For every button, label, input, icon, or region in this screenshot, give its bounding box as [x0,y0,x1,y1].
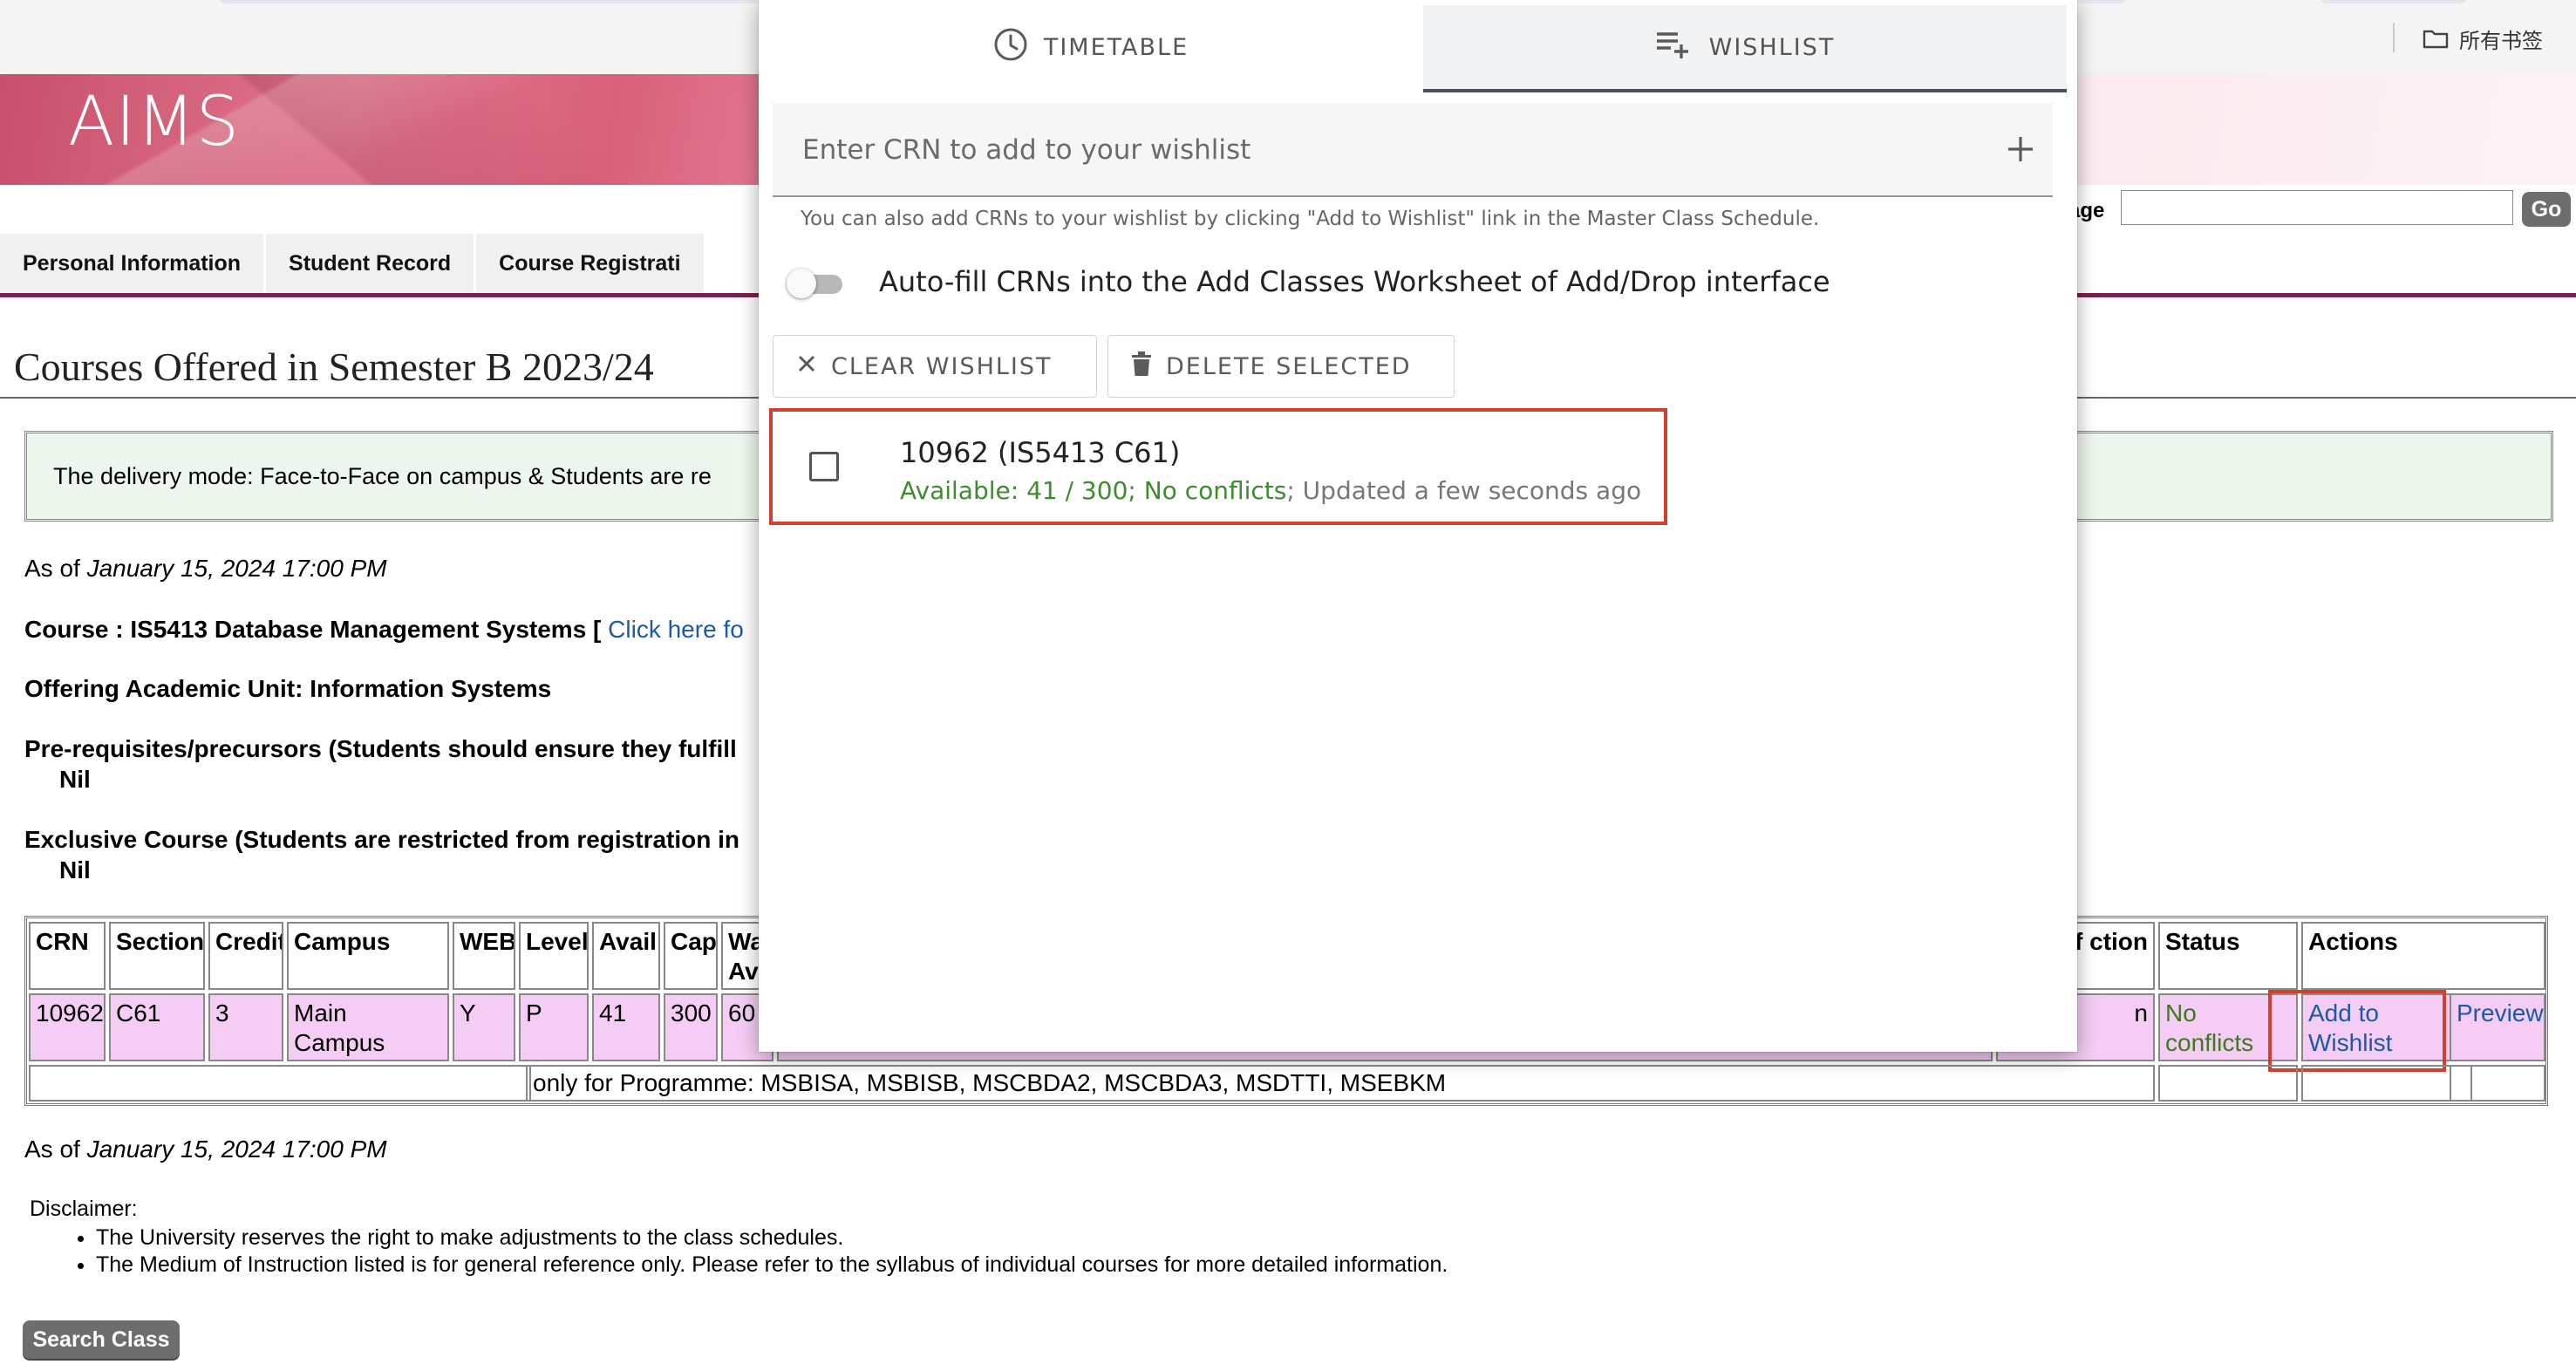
search-class-button[interactable]: Search Class [23,1320,180,1359]
main-nav: Personal Information Student Record Cour… [0,234,706,297]
goto-page-input[interactable] [2121,190,2513,225]
as-of-label: As of [24,555,87,582]
plus-icon [2008,137,2033,161]
notice-text: The delivery mode: Face-to-Face on campu… [53,463,712,489]
prerequisites-label: Pre-requisites/precursors (Students shou… [24,735,737,762]
tab-wishlist-label: WISHLIST [1708,33,1836,61]
as-of-line-bottom: As of January 15, 2024 17:00 PM [24,1136,387,1163]
page-title: Courses Offered in Semester B 2023/24 [14,344,654,389]
wishlist-popup: TIMETABLE WISHLIST You can also add CRNs… [759,0,2077,1052]
disclaimer-item: The Medium of Instruction listed is for … [96,1252,1448,1278]
header-section: Section [109,922,205,990]
cell-cap: 300 [664,993,718,1061]
nav-tab-student-record[interactable]: Student Record [266,234,477,293]
remark-status-cell [2158,1065,2298,1102]
all-bookmarks-button[interactable]: 所有书签 [2423,21,2543,56]
header-crn: CRN [29,922,106,990]
trash-icon [1131,351,1152,383]
header-status: Status [2158,922,2298,990]
offering-unit: Offering Academic Unit: Information Syst… [24,675,552,702]
disclaimer-title: Disclaimer: [30,1197,138,1221]
toggle-thumb [787,269,816,298]
close-icon [796,353,817,380]
as-of-label: As of [24,1136,87,1163]
cell-web: Y [453,993,515,1061]
tab-timetable-label: TIMETABLE [1043,33,1189,61]
disclaimer-list: The University reserves the right to mak… [30,1225,1448,1278]
nav-tab-personal-information[interactable]: Personal Information [0,234,267,293]
prerequisites-value: Nil [59,766,91,793]
add-to-wishlist-highlight [2268,990,2446,1072]
toolbar-button[interactable] [2320,0,2468,3]
crn-input[interactable] [801,127,1938,173]
go-button[interactable]: Go [2522,192,2571,227]
course-line: Course : IS5413 Database Management Syst… [24,616,744,644]
exclusive-course-value: Nil [59,856,91,883]
header-web: WEB [453,922,515,990]
cell-avail: 41 [592,993,660,1061]
clear-wishlist-label: CLEAR WISHLIST [831,352,1053,380]
header-level: Level [519,922,589,990]
header-credit: Credit [208,922,283,990]
course-detail-link[interactable]: Click here fo [608,616,744,643]
autofill-toggle[interactable] [787,269,844,298]
aims-logo: AIMS [68,83,241,161]
delete-selected-label: DELETE SELECTED [1166,352,1412,380]
cell-section: C61 [109,993,205,1061]
clock-icon [993,27,1028,68]
wishlist-hint: You can also add CRNs to your wishlist b… [801,208,1820,230]
header-cap: Cap [664,922,718,990]
autofill-label: Auto-fill CRNs into the Add Classes Work… [879,265,1830,298]
bookmarks-label: 所有书签 [2459,28,2543,53]
playlist-add-icon [1655,29,1693,66]
as-of-date: January 15, 2024 17:00 PM [86,555,387,582]
add-crn-button[interactable] [2000,129,2041,169]
folder-icon [2423,28,2449,49]
remark-empty-cell [29,1065,531,1102]
remark-actions-cell [2301,1065,2472,1102]
header-avail: Avail [592,922,660,990]
header-actions: Actions [2301,922,2545,990]
programme-remark: only for Programme: MSBISA, MSBISB, MSCB… [526,1065,2155,1102]
cell-crn: 10962 [29,993,106,1061]
bookmark-divider [2393,23,2395,52]
nav-tab-course-registration[interactable]: Course Registrati [476,234,706,293]
cell-level: P [519,993,589,1061]
exclusive-course-label: Exclusive Course (Students are restricte… [24,826,740,853]
remark-preview-cell [2450,1065,2545,1102]
disclaimer: Disclaimer: The University reserves the … [30,1197,1448,1279]
as-of-line: As of January 15, 2024 17:00 PM [24,555,387,583]
popup-tab-bar: TIMETABLE WISHLIST [759,5,2067,92]
course-label: Course : IS5413 Database Management Syst… [24,616,609,643]
cell-credit: 3 [208,993,283,1061]
disclaimer-item: The University reserves the right to mak… [96,1225,1448,1251]
as-of-date: January 15, 2024 17:00 PM [86,1136,387,1163]
preview-link[interactable]: Preview [2450,993,2545,1061]
clear-wishlist-button[interactable]: CLEAR WISHLIST [773,335,1097,398]
delete-selected-button[interactable]: DELETE SELECTED [1107,335,1455,398]
tab-wishlist[interactable]: WISHLIST [1423,5,2067,92]
header-campus: Campus [287,922,449,990]
crn-input-field [773,103,2053,197]
cell-campus: Main Campus [287,993,449,1061]
wishlist-item-highlight [769,408,1667,525]
tab-timetable[interactable]: TIMETABLE [759,5,1423,89]
